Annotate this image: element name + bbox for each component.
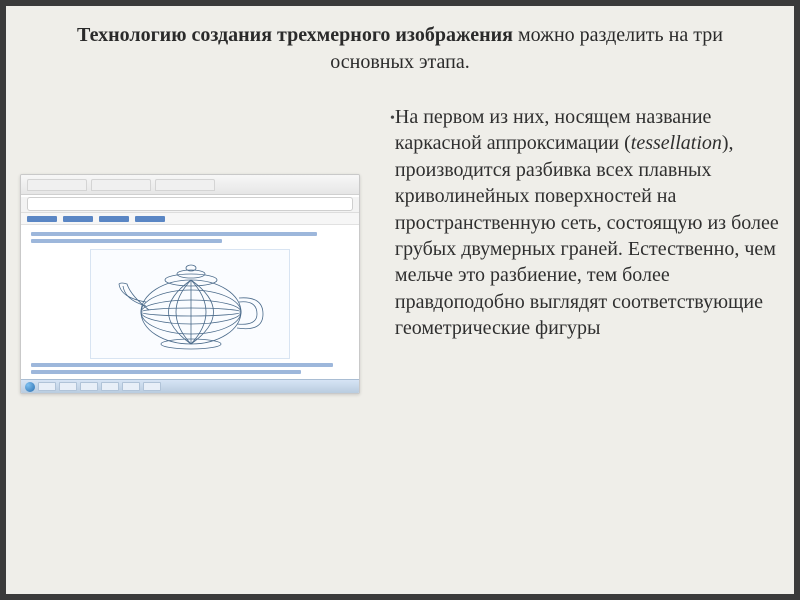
- page-text-line: [31, 370, 301, 374]
- browser-urlbar: [27, 197, 353, 211]
- bookmark-item: [135, 216, 165, 222]
- body-text-italic: tessellation: [631, 132, 722, 154]
- windows-taskbar: [21, 379, 359, 393]
- start-orb-icon: [25, 382, 35, 392]
- browser-toolbar: [21, 197, 359, 213]
- bookmark-item: [63, 216, 93, 222]
- content-area: • На первом из них, носящем название кар…: [0, 86, 800, 394]
- title-bold-part: Технологию создания трехмерного изображе…: [77, 24, 513, 46]
- slide-title: Технологию создания трехмерного изображе…: [0, 0, 800, 86]
- body-paragraph: На первом из них, носящем название карка…: [395, 104, 784, 342]
- embedded-screenshot: [20, 174, 360, 394]
- bookmark-item: [27, 216, 57, 222]
- browser-bookmarks: [21, 213, 359, 225]
- right-column: • На первом из них, носящем название кар…: [370, 104, 790, 394]
- taskbar-item: [80, 382, 98, 391]
- page-text-line: [31, 232, 317, 236]
- browser-tab: [27, 179, 87, 191]
- page-text-line: [31, 363, 333, 367]
- browser-tabstrip: [21, 175, 359, 195]
- page-text-line: [31, 239, 222, 243]
- bullet-list-item: • На первом из них, носящем название кар…: [390, 104, 784, 342]
- browser-tab: [91, 179, 151, 191]
- browser-page: [21, 225, 359, 381]
- wireframe-teapot-image: [90, 249, 290, 359]
- browser-tab: [155, 179, 215, 191]
- body-text-post: ), производится разбивка всех плавных кр…: [395, 132, 779, 339]
- taskbar-item: [143, 382, 161, 391]
- taskbar-item: [122, 382, 140, 391]
- bookmark-item: [99, 216, 129, 222]
- taskbar-item: [38, 382, 56, 391]
- taskbar-item: [101, 382, 119, 391]
- left-column: [10, 104, 370, 394]
- taskbar-item: [59, 382, 77, 391]
